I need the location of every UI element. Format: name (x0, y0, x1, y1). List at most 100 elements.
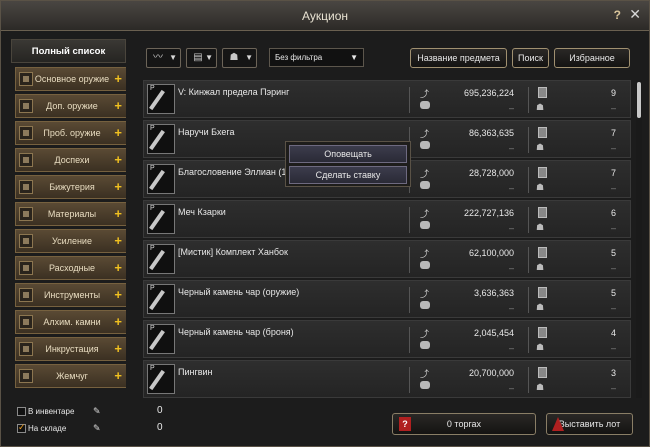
trend-icon[interactable]: ⤴ (420, 127, 429, 140)
search-button[interactable]: Поиск (512, 48, 549, 68)
expand-plus-icon[interactable]: + (114, 71, 122, 86)
list-item[interactable]: Черный камень чар (оружие) ⤴ 3,636,363 –… (143, 280, 631, 318)
coins-icon (420, 141, 430, 149)
warehouse-checkbox[interactable] (17, 422, 26, 433)
materials-icon (19, 207, 33, 221)
category-awakening-weapon[interactable]: Проб. оружие + (15, 121, 126, 145)
notify-menu-item[interactable]: Оповещать (289, 145, 407, 163)
item-price-secondary: – (508, 383, 514, 393)
people-icon: ☗ (536, 262, 545, 272)
coins-icon (420, 101, 430, 109)
category-armor[interactable]: Доспехи + (15, 148, 126, 172)
trend-icon[interactable]: ⤴ (420, 327, 429, 340)
trend-sort-dropdown[interactable]: 〰 ▼ (146, 48, 181, 68)
divider (528, 167, 529, 193)
divider (409, 247, 410, 273)
category-label: Материалы (47, 209, 97, 219)
bracer-icon (147, 124, 175, 154)
divider (528, 207, 529, 233)
item-name-button[interactable]: Название предмета (410, 48, 507, 68)
trend-icon[interactable]: ⤴ (420, 247, 429, 260)
tools-icon (19, 288, 33, 302)
armor-icon (19, 153, 33, 167)
warehouse-label: На складе (28, 424, 67, 433)
expand-plus-icon[interactable]: + (114, 260, 122, 275)
inventory-filters: В инвентаре ✎ 0 На складе ✎ 0 (17, 405, 197, 441)
filter-select[interactable]: Без фильтра ▼ (269, 48, 364, 67)
category-crystals[interactable]: Инкрустация + (15, 337, 126, 361)
category-accessories[interactable]: Бижутерия + (15, 175, 126, 199)
post-lot-button[interactable]: Выставить лот (546, 413, 633, 435)
trend-icon[interactable]: ⤴ (420, 167, 429, 180)
list-item[interactable]: V: Кинжал предела Пэринг ⤴ 695,236,224 –… (143, 80, 631, 118)
context-menu: Оповещать Сделать ставку (285, 141, 411, 187)
item-price-secondary: – (508, 143, 514, 153)
trades-button[interactable]: ? 0 торгах (392, 413, 536, 435)
trend-icon[interactable]: ⤴ (420, 207, 429, 220)
penguin-icon (147, 364, 175, 394)
trend-icon[interactable]: ⤴ (420, 287, 429, 300)
list-item[interactable]: Меч Кзарки ⤴ 222,727,136 – ☗ 6 – (143, 200, 631, 238)
item-count: 4 (610, 328, 616, 338)
item-count: 7 (610, 168, 616, 178)
trend-icon[interactable]: ⤴ (420, 367, 429, 380)
pencil-icon[interactable]: ✎ (93, 423, 101, 434)
divider (528, 87, 529, 113)
category-main-weapon[interactable]: Основное оружие + (15, 67, 126, 91)
category-enhancement[interactable]: Усиление + (15, 229, 126, 253)
category-pearl[interactable]: Жемчуг + (15, 364, 126, 388)
document-sort-dropdown[interactable]: ▤ ▼ (186, 48, 217, 68)
inventory-checkbox[interactable] (17, 407, 26, 416)
category-sub-weapon[interactable]: Доп. оружие + (15, 94, 126, 118)
item-count-secondary: – (610, 303, 616, 313)
expand-plus-icon[interactable]: + (114, 98, 122, 113)
category-alchemy-stones[interactable]: Алхим. камни + (15, 310, 126, 334)
expand-plus-icon[interactable]: + (114, 314, 122, 329)
expand-plus-icon[interactable]: + (114, 368, 122, 383)
favorites-button[interactable]: Избранное (554, 48, 630, 68)
expand-plus-icon[interactable]: + (114, 152, 122, 167)
enhancement-icon (19, 234, 33, 248)
expand-plus-icon[interactable]: + (114, 233, 122, 248)
expand-plus-icon[interactable]: + (114, 206, 122, 221)
chest-icon (147, 244, 175, 274)
help-icon[interactable]: ? (614, 8, 621, 22)
expand-plus-icon[interactable]: + (114, 179, 122, 194)
item-name: Наручи Бхега (178, 127, 235, 137)
list-item[interactable]: Пингвин ⤴ 20,700,000 – ☗ 3 – (143, 360, 631, 398)
auction-item-list: V: Кинжал предела Пэринг ⤴ 695,236,224 –… (143, 80, 633, 400)
category-materials[interactable]: Материалы + (15, 202, 126, 226)
expand-plus-icon[interactable]: + (114, 287, 122, 302)
close-icon[interactable]: ✕ (629, 6, 641, 23)
category-consumables[interactable]: Расходные + (15, 256, 126, 280)
list-item[interactable]: Черный камень чар (броня) ⤴ 2,045,454 – … (143, 320, 631, 358)
category-tools[interactable]: Инструменты + (15, 283, 126, 307)
trend-icon[interactable]: ⤴ (420, 87, 429, 100)
bidders-sort-dropdown[interactable]: ☗ ▼ (222, 48, 257, 68)
item-count-secondary: – (610, 143, 616, 153)
question-icon: ? (399, 417, 411, 431)
scrollbar-thumb[interactable] (637, 82, 641, 118)
people-icon: ☗ (536, 222, 545, 232)
document-icon (538, 287, 547, 298)
list-scrollbar[interactable] (636, 80, 642, 398)
list-item[interactable]: [Мистик] Комплект Ханбок ⤴ 62,100,000 – … (143, 240, 631, 278)
sword-icon (147, 204, 175, 234)
category-label: Расходные (48, 263, 96, 273)
pencil-icon[interactable]: ✎ (93, 406, 101, 417)
accessories-icon (19, 180, 33, 194)
people-icon: ☗ (536, 142, 545, 152)
trades-label: 0 торгах (446, 419, 482, 429)
place-bid-menu-item[interactable]: Сделать ставку (289, 166, 407, 184)
item-price-secondary: – (508, 183, 514, 193)
item-name: Пингвин (178, 367, 213, 377)
divider (409, 327, 410, 353)
expand-plus-icon[interactable]: + (114, 341, 122, 356)
category-label: Бижутерия (49, 182, 95, 192)
full-list-header[interactable]: Полный список (11, 39, 126, 63)
consumables-icon (19, 261, 33, 275)
item-price: 62,100,000 (468, 248, 514, 258)
category-label: Доспехи (54, 155, 90, 165)
title-bar[interactable]: Аукцион ? ✕ (1, 1, 649, 31)
expand-plus-icon[interactable]: + (114, 125, 122, 140)
